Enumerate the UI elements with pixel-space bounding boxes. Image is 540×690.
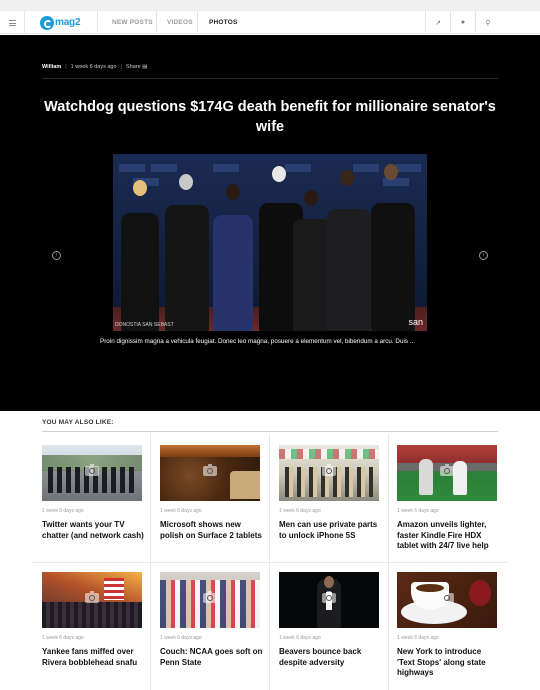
card-time: 1 week 6 days ago [160,508,202,514]
nav-divider [197,11,198,34]
card-thumbnail[interactable] [42,572,142,628]
card-title[interactable]: New York to introduce 'Text Stops' along… [397,647,501,679]
card-time: 1 week 6 days ago [42,635,84,641]
nav-divider [24,11,25,34]
article-photo[interactable]: san DONOSTIA SAN SEBAST [113,154,427,331]
camera-icon [203,591,217,603]
card-title[interactable]: Couch: NCAA goes soft on Penn State [160,647,264,668]
article-time: 1 week 6 days ago [70,64,117,70]
photo-watermark: san [408,317,423,327]
nav-videos[interactable]: VIDEOS [167,11,193,34]
card-title[interactable]: Amazon unveils lighter, faster Kindle Fi… [397,520,501,552]
card-title[interactable]: Yankee fans miffed over Rivera bobblehea… [42,647,146,668]
camera-icon [440,464,454,476]
share-icon: ▤ [142,64,148,70]
related-section-title: YOU MAY ALSO LIKE: [42,419,114,426]
card-time: 1 week 6 days ago [42,508,84,514]
card-thumbnail[interactable] [397,445,497,501]
card-title[interactable]: Microsoft shows new polish on Surface 2 … [160,520,264,541]
nav-divider [97,11,98,34]
nav-new-posts[interactable]: NEW POSTS [112,11,153,34]
camera-icon [85,464,99,476]
article-author[interactable]: William [42,64,61,70]
camera-icon [85,591,99,603]
camera-icon [440,591,454,603]
user-icon[interactable]: ● [451,11,475,34]
browser-top-strip [0,0,540,11]
card-thumbnail[interactable] [42,445,142,501]
card-title[interactable]: Men can use private parts to unlock iPho… [279,520,383,541]
prev-arrow-icon[interactable]: ‹ [52,251,61,260]
logo-mark-icon [40,15,54,30]
card-thumbnail[interactable] [279,572,379,628]
article-meta: William | 1 week 6 days ago | Share ▤ [42,64,148,70]
photo-caption: Proin dignissim magna a vehicula feugiat… [100,338,416,345]
camera-icon [203,464,217,476]
card-time: 1 week 6 days ago [397,635,439,641]
share-icon[interactable]: ↗ [426,11,450,34]
nav-divider [156,11,157,34]
card-time: 1 week 6 days ago [397,508,439,514]
card-thumbnail[interactable] [160,572,260,628]
camera-icon [322,464,336,476]
next-arrow-icon[interactable]: › [479,251,488,260]
top-navbar: mag2 NEW POSTS VIDEOS PHOTOS ↗ ● ⚲ [0,11,540,34]
article-headline[interactable]: Watchdog questions $174G death benefit f… [40,97,500,137]
photo-corner-text: DONOSTIA SAN SEBAST [115,322,174,328]
card-thumbnail[interactable] [160,445,260,501]
site-logo[interactable]: mag2 [40,14,81,31]
share-link[interactable]: Share ▤ [126,64,147,70]
menu-icon[interactable] [0,11,24,34]
logo-text: mag2 [55,17,81,28]
grid-divider [32,562,508,563]
card-thumbnail[interactable] [279,445,379,501]
card-time: 1 week 6 days ago [279,635,321,641]
nav-photos[interactable]: PHOTOS [209,11,238,34]
meta-divider [42,78,498,79]
card-time: 1 week 6 days ago [279,508,321,514]
related-divider [42,431,498,432]
card-title[interactable]: Twitter wants your TV chatter (and netwo… [42,520,146,541]
card-title[interactable]: Beavers bounce back despite adversity [279,647,383,668]
card-thumbnail[interactable] [397,572,497,628]
card-time: 1 week 6 days ago [160,635,202,641]
search-icon[interactable]: ⚲ [476,11,500,34]
camera-icon [322,591,336,603]
